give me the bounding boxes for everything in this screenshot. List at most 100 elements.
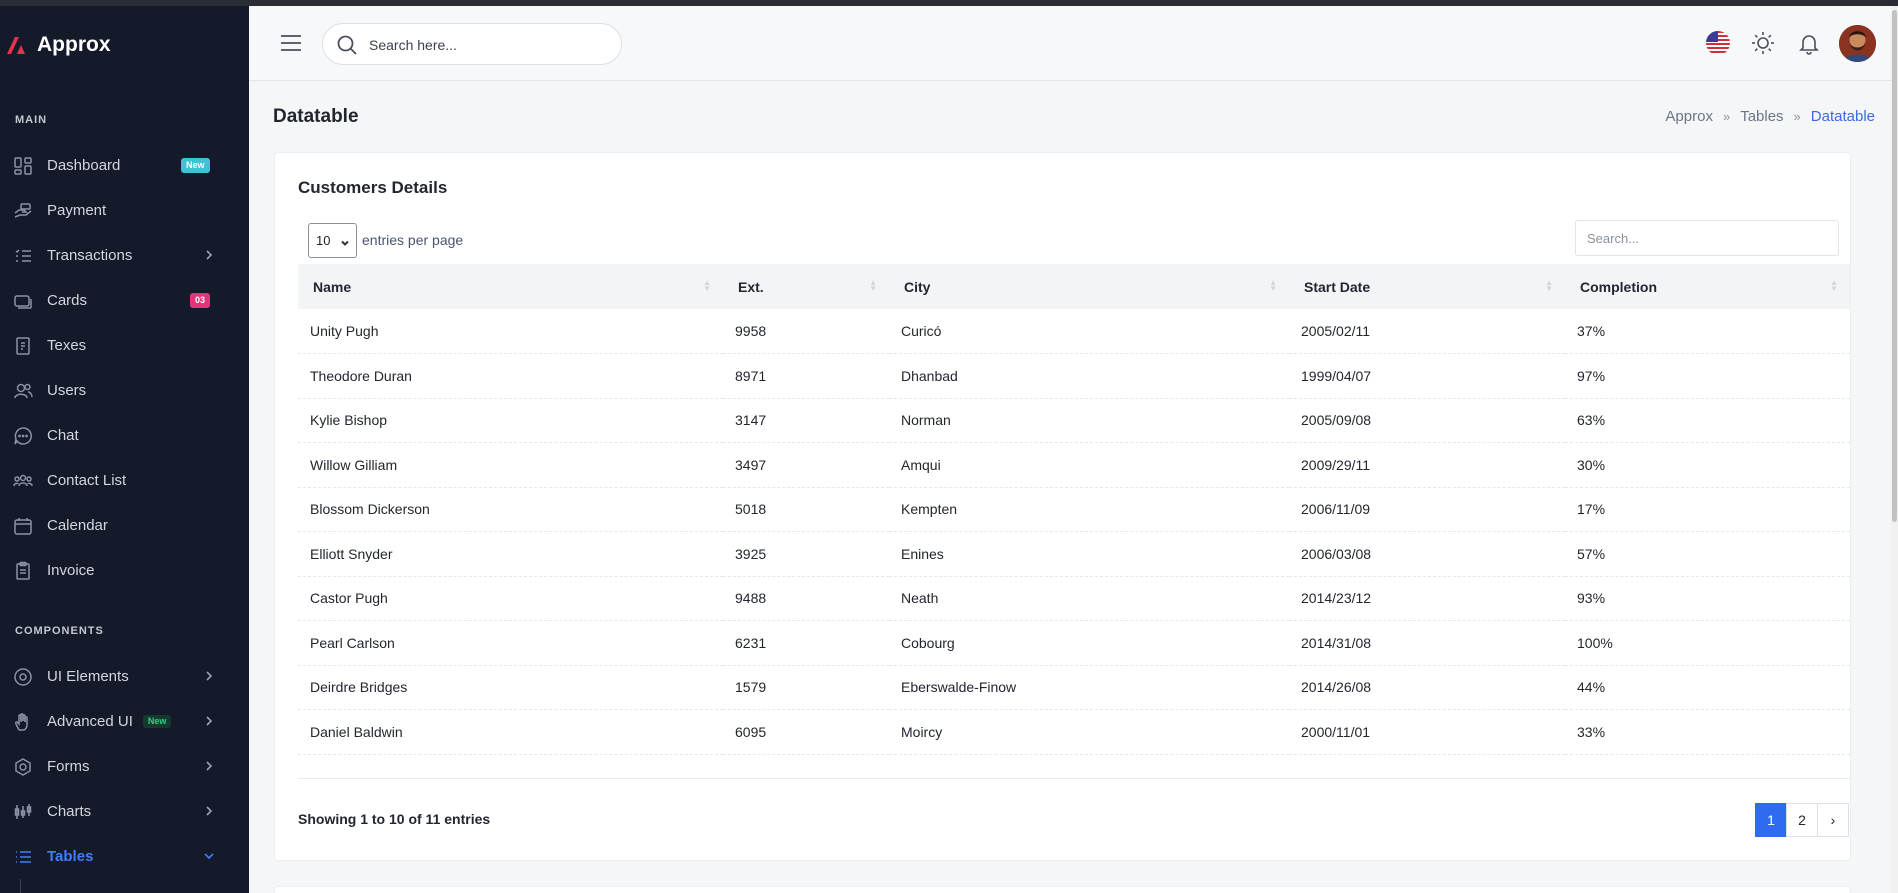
sidebar-item-forms[interactable]: Forms xyxy=(0,744,249,789)
cell-city: Amqui xyxy=(889,442,1289,488)
sidebar-item-label: Texes xyxy=(47,337,87,354)
cell-ext: 6231 xyxy=(723,620,889,666)
sidebar-item-transactions[interactable]: Transactions xyxy=(0,233,249,278)
cell-start-date: 2014/23/12 xyxy=(1289,576,1565,621)
cell-city: Neath xyxy=(889,576,1289,621)
sidebar-item-invoice[interactable]: Invoice xyxy=(0,548,249,593)
card-title: Customers Details xyxy=(298,178,448,197)
sidebar-item-label: Cards xyxy=(47,292,88,309)
users-icon xyxy=(13,381,33,401)
sort-icon: ▲ ▼ xyxy=(1269,278,1277,293)
page-button-1[interactable]: 1 xyxy=(1755,803,1787,837)
sidebar-item-calendar[interactable]: Calendar xyxy=(0,503,249,548)
table-row: Kylie Bishop 3147 Norman 2005/09/08 63% xyxy=(298,398,1850,443)
page-length-label: entries per page xyxy=(362,232,464,248)
page-scrollbar[interactable] xyxy=(1891,6,1898,893)
column-header-name[interactable]: Name ▲ ▼ xyxy=(298,264,723,309)
cell-name: Elliott Snyder xyxy=(298,531,723,577)
dashboard-icon xyxy=(13,156,33,176)
sidebar-subitem-basic[interactable]: Basic xyxy=(0,879,249,893)
search-input[interactable] xyxy=(369,34,599,56)
global-search[interactable] xyxy=(322,23,622,65)
page-length-value: 10 xyxy=(316,233,331,248)
sidebar-item-cards[interactable]: Cards 03 xyxy=(0,278,249,323)
cell-ext: 6095 xyxy=(723,709,889,755)
menu-icon[interactable] xyxy=(280,33,302,53)
chevron-right-icon xyxy=(202,759,216,773)
cell-completion: 37% xyxy=(1565,309,1850,354)
disc-icon xyxy=(13,667,33,687)
sidebar-item-users[interactable]: Users xyxy=(0,368,249,413)
sun-icon[interactable] xyxy=(1749,29,1777,57)
breadcrumb-item-approx[interactable]: Approx xyxy=(1665,108,1713,125)
contacts-icon xyxy=(13,471,33,491)
table-row: Blossom Dickerson 5018 Kempten 2006/11/09 17… xyxy=(298,487,1850,532)
cell-city: Kempten xyxy=(889,487,1289,532)
section-label-components: COMPONENTS xyxy=(15,625,104,637)
table-list-icon xyxy=(13,847,33,867)
cell-completion: 17% xyxy=(1565,487,1850,532)
brand-logo-icon xyxy=(4,32,30,58)
sidebar-item-ui-elements[interactable]: UI Elements xyxy=(0,654,249,699)
sidebar-item-texes[interactable]: Texes xyxy=(0,323,249,368)
column-header-completion[interactable]: Completion ▲ ▼ xyxy=(1565,264,1850,309)
breadcrumb: Approx » Tables » Datatable xyxy=(1665,108,1875,125)
page-button-2[interactable]: 2 xyxy=(1786,803,1818,837)
double-chevron-icon: » xyxy=(1793,109,1801,124)
sidebar-item-chat[interactable]: Chat xyxy=(0,413,249,458)
sidebar-item-label: Tables xyxy=(47,848,94,865)
sidebar-item-advanced-ui[interactable]: Advanced UI New xyxy=(0,699,249,744)
cell-city: Eberswalde-Finow xyxy=(889,665,1289,710)
cell-completion: 97% xyxy=(1565,353,1850,399)
customers-table: Name ▲ ▼ Ext. ▲ ▼ City ▲ ▼ Start Date ▲ ▼ Comple… xyxy=(298,264,1850,755)
scrollbar-thumb[interactable] xyxy=(1892,10,1897,522)
chevron-down-icon xyxy=(202,849,216,863)
calendar-icon xyxy=(13,516,33,536)
column-header-start-date[interactable]: Start Date ▲ ▼ xyxy=(1289,264,1565,309)
payment-icon xyxy=(13,201,33,221)
table-row: Daniel Baldwin 6095 Moircy 2000/11/01 33% xyxy=(298,709,1850,755)
table-footer-divider xyxy=(298,778,1850,779)
cell-city: Dhanbad xyxy=(889,353,1289,399)
new-badge: New xyxy=(142,715,172,728)
sort-icon: ▲ ▼ xyxy=(1830,278,1838,293)
list-icon xyxy=(13,246,33,266)
pagination: 1 2 › xyxy=(1755,803,1849,837)
brand-name: Approx xyxy=(37,33,111,56)
cell-start-date: 2014/31/08 xyxy=(1289,620,1565,666)
cell-name: Castor Pugh xyxy=(298,576,723,621)
next-page-button[interactable]: › xyxy=(1817,803,1849,837)
sidebar-item-dashboard[interactable]: Dashboard New xyxy=(0,143,249,188)
sidebar-item-contact-list[interactable]: Contact List xyxy=(0,458,249,503)
cell-start-date: 2009/29/11 xyxy=(1289,442,1565,488)
table-row: Castor Pugh 9488 Neath 2014/23/12 93% xyxy=(298,576,1850,621)
sidebar-item-tables[interactable]: Tables xyxy=(0,834,249,879)
sort-icon: ▲ ▼ xyxy=(703,278,711,293)
cell-name: Daniel Baldwin xyxy=(298,709,723,755)
brand[interactable]: Approx xyxy=(0,6,249,84)
cell-completion: 63% xyxy=(1565,398,1850,443)
cell-start-date: 2006/03/08 xyxy=(1289,531,1565,577)
page-length-select[interactable]: 10 xyxy=(308,223,357,258)
cell-ext: 5018 xyxy=(723,487,889,532)
next-card xyxy=(274,886,1851,893)
table-search-input[interactable] xyxy=(1575,220,1839,256)
main-content: Datatable Approx » Tables » Datatable Cu… xyxy=(249,81,1898,893)
column-header-ext[interactable]: Ext. ▲ ▼ xyxy=(723,264,889,309)
breadcrumb-item-tables[interactable]: Tables xyxy=(1740,108,1783,125)
bell-icon[interactable] xyxy=(1795,29,1823,57)
breadcrumb-item-current: Datatable xyxy=(1810,108,1875,125)
sidebar-item-label: Calendar xyxy=(47,517,108,534)
sidebar-item-payment[interactable]: Payment xyxy=(0,188,249,233)
table-row: Unity Pugh 9958 Curicó 2005/02/11 37% xyxy=(298,309,1850,354)
cell-ext: 9958 xyxy=(723,309,889,354)
column-header-city[interactable]: City ▲ ▼ xyxy=(889,264,1289,309)
us-flag-icon[interactable] xyxy=(1704,29,1732,57)
sidebar-item-charts[interactable]: Charts xyxy=(0,789,249,834)
avatar[interactable] xyxy=(1839,25,1876,62)
cell-ext: 3147 xyxy=(723,398,889,443)
hand-icon xyxy=(13,712,33,732)
sidebar-item-label: Dashboard xyxy=(47,157,121,174)
cell-ext: 1579 xyxy=(723,665,889,710)
chevron-right-icon xyxy=(202,248,216,262)
